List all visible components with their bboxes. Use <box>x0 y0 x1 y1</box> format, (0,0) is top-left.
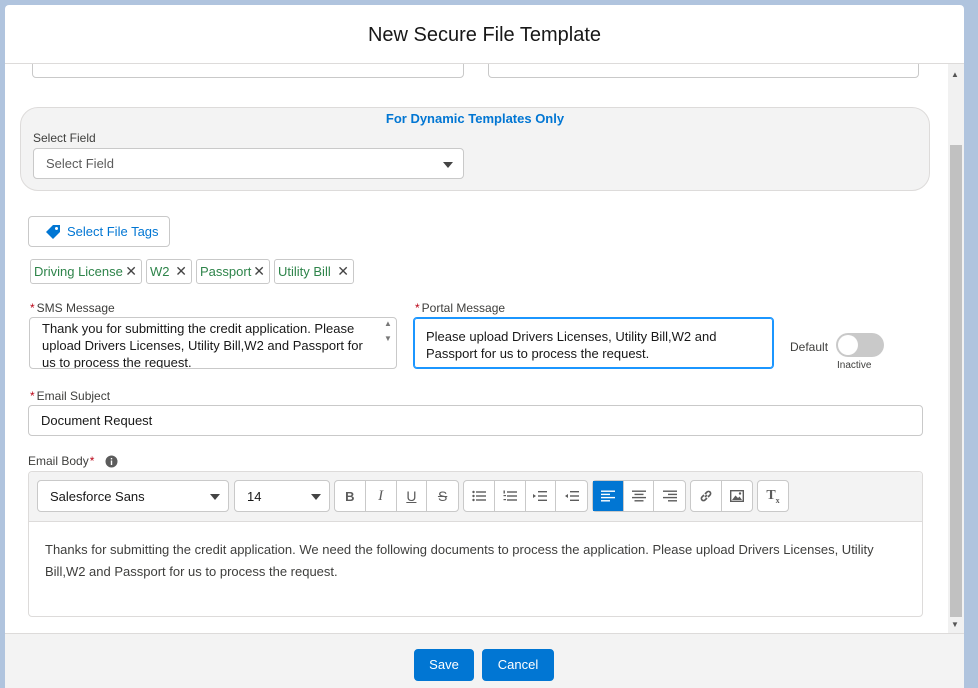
default-toggle[interactable] <box>836 333 884 357</box>
modal-footer: Save Cancel <box>5 633 964 688</box>
tag-pill: W2 ✕ <box>146 259 192 284</box>
select-file-tags-button[interactable]: Select File Tags <box>28 216 170 247</box>
default-toggle-label: Default <box>790 340 829 354</box>
tag-icon <box>45 224 61 243</box>
image-icon[interactable] <box>722 481 752 511</box>
scroll-up-icon[interactable]: ▲ <box>951 70 959 79</box>
email-body-content[interactable]: Thanks for submitting the credit applica… <box>45 539 907 583</box>
align-right-icon[interactable] <box>654 481 685 511</box>
scroll-up-icon[interactable]: ▲ <box>382 319 394 328</box>
insert-group <box>690 480 753 512</box>
scroll-down-icon[interactable]: ▼ <box>951 620 959 629</box>
modal: New Secure File Template For Dynamic Tem… <box>5 5 964 688</box>
portal-message-label: * Portal Message <box>415 301 506 315</box>
toggle-state-text: Inactive <box>837 360 872 371</box>
bold-icon[interactable]: B <box>335 481 366 511</box>
tag-pill: Passport ✕ <box>196 259 270 284</box>
info-icon[interactable] <box>105 455 118 471</box>
clear-group: Tx <box>757 480 789 512</box>
dynamic-templates-title: For Dynamic Templates Only <box>385 111 565 126</box>
modal-body: For Dynamic Templates Only Select Field … <box>5 64 964 636</box>
modal-scrollbar[interactable]: ▲ ▼ <box>948 64 964 636</box>
clear-format-icon[interactable]: Tx <box>758 481 788 511</box>
email-body-label: Email Body* <box>28 454 95 468</box>
align-center-icon[interactable] <box>624 481 655 511</box>
chevron-down-icon <box>210 494 220 500</box>
tag-pill: Driving License ✕ <box>30 259 142 284</box>
underline-icon[interactable]: U <box>397 481 428 511</box>
tag-label: Passport <box>200 264 252 279</box>
select-field-dropdown[interactable]: Select Field <box>33 148 464 179</box>
select-file-tags-label: Select File Tags <box>67 224 159 239</box>
tag-pill: Utility Bill ✕ <box>274 259 354 284</box>
select-field-label: Select Field <box>33 131 96 145</box>
font-family-select[interactable]: Salesforce Sans <box>37 480 229 512</box>
align-left-icon[interactable] <box>593 481 624 511</box>
modal-title: New Secure File Template <box>367 24 602 46</box>
select-field-placeholder: Select Field <box>46 156 114 171</box>
alignment-group <box>592 480 686 512</box>
portal-message-textarea[interactable]: Please upload Drivers Licenses, Utility … <box>413 317 774 369</box>
email-subject-label: * Email Subject <box>30 389 111 403</box>
scrolled-input-left[interactable] <box>32 64 464 78</box>
chevron-down-icon <box>443 162 453 168</box>
outdent-icon[interactable] <box>556 481 587 511</box>
scrolled-input-right[interactable] <box>488 64 919 78</box>
remove-tag-icon[interactable]: ✕ <box>337 260 349 283</box>
font-size-select[interactable]: 14 <box>234 480 330 512</box>
indent-icon[interactable] <box>526 481 557 511</box>
font-family-value: Salesforce Sans <box>50 489 145 504</box>
scroll-down-icon[interactable]: ▼ <box>382 334 394 343</box>
rich-text-editor: Salesforce Sans 14 B I U S Tx Thanks for… <box>28 471 923 617</box>
sms-message-textarea[interactable]: Thank you for submitting the credit appl… <box>29 317 397 369</box>
tag-label: Utility Bill <box>278 264 331 279</box>
chevron-down-icon <box>311 494 321 500</box>
remove-tag-icon[interactable]: ✕ <box>253 260 265 283</box>
email-subject-input[interactable]: Document Request <box>28 405 923 436</box>
toggle-knob <box>838 335 858 355</box>
link-icon[interactable] <box>691 481 722 511</box>
rich-text-toolbar: Salesforce Sans 14 B I U S Tx <box>29 472 922 522</box>
cancel-button[interactable]: Cancel <box>482 649 554 681</box>
font-size-value: 14 <box>247 489 262 504</box>
scrollbar-thumb[interactable] <box>950 145 962 617</box>
text-format-group: B I U S <box>334 480 459 512</box>
numbered-list-icon[interactable] <box>495 481 526 511</box>
bullet-list-icon[interactable] <box>464 481 495 511</box>
remove-tag-icon[interactable]: ✕ <box>125 260 137 283</box>
tag-label: Driving License <box>34 264 123 279</box>
list-format-group <box>463 480 588 512</box>
dynamic-templates-section: For Dynamic Templates Only Select Field … <box>20 107 930 191</box>
italic-icon[interactable]: I <box>366 481 397 511</box>
sms-message-label: * SMS Message <box>30 301 115 315</box>
email-subject-value: Document Request <box>41 413 153 428</box>
sms-textarea-scrollbar[interactable]: ▲ ▼ <box>382 319 394 367</box>
modal-header: New Secure File Template <box>5 5 964 64</box>
tag-label: W2 <box>150 264 170 279</box>
save-button[interactable]: Save <box>414 649 474 681</box>
remove-tag-icon[interactable]: ✕ <box>175 260 187 283</box>
strikethrough-icon[interactable]: S <box>427 481 458 511</box>
